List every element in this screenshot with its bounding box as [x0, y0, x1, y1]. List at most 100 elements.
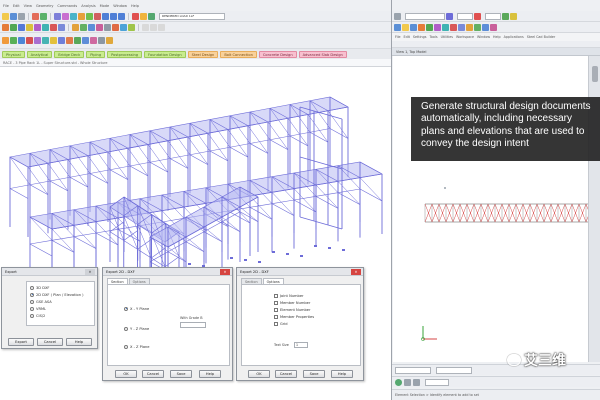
menu-window[interactable]: Window — [113, 4, 127, 8]
save-button[interactable]: Save — [303, 370, 325, 378]
tab-bolt-connection[interactable]: Bolt Connection — [220, 50, 257, 58]
checkbox-icon[interactable] — [274, 321, 278, 326]
view-side-icon[interactable] — [118, 12, 125, 20]
checkbox-icon[interactable] — [274, 293, 278, 298]
radio-icon[interactable] — [124, 344, 128, 349]
plane-xy[interactable]: X - Y Plane — [124, 305, 149, 312]
tool-k-icon[interactable] — [88, 23, 95, 31]
save-icon[interactable] — [10, 12, 17, 20]
check-member-properties[interactable]: Member Properties — [274, 313, 360, 320]
menu-edit[interactable]: Edit — [13, 4, 20, 8]
tool-a-icon[interactable] — [2, 23, 9, 31]
radio-icon[interactable] — [124, 326, 128, 331]
tool-ac-icon[interactable] — [74, 37, 81, 44]
tool-q-icon[interactable] — [142, 23, 149, 31]
checkbox-icon[interactable] — [274, 300, 278, 305]
option-3d-dxf[interactable]: 3D DXF — [30, 284, 94, 291]
zoom-icon[interactable] — [86, 12, 93, 20]
tool-z-icon[interactable] — [50, 37, 57, 44]
tool-j-icon[interactable] — [80, 23, 87, 31]
tool-i-icon[interactable] — [72, 23, 79, 31]
scrollbar-thumb[interactable] — [592, 66, 598, 82]
menu-applications[interactable]: Applications — [504, 35, 524, 39]
tool-ab-icon[interactable] — [66, 37, 73, 44]
tool-f-icon[interactable] — [42, 23, 49, 31]
tool-aa-icon[interactable] — [58, 37, 65, 44]
menu-help[interactable]: Help — [131, 4, 139, 8]
check-element-number[interactable]: Element Number — [274, 306, 360, 313]
tool-v-icon[interactable] — [18, 37, 25, 44]
tab-concrete-design[interactable]: Concrete Design — [258, 50, 297, 58]
tool-n-icon[interactable] — [112, 23, 119, 31]
angle-field[interactable] — [436, 366, 472, 374]
coordinate-field[interactable] — [395, 366, 431, 374]
checkbox-icon[interactable] — [274, 307, 278, 312]
menu-view[interactable]: View — [24, 4, 32, 8]
tab-piping[interactable]: Piping — [86, 50, 106, 58]
help-button[interactable]: Help — [66, 338, 92, 346]
grade-combo[interactable] — [180, 322, 206, 328]
radio-selected-icon[interactable] — [30, 292, 34, 297]
window-area-icon[interactable] — [482, 23, 489, 31]
tool-s-icon[interactable] — [158, 23, 165, 31]
tool-x-icon[interactable] — [34, 37, 41, 44]
select-beam-icon[interactable] — [54, 12, 61, 20]
open-icon[interactable] — [2, 12, 9, 20]
menu-window[interactable]: Window — [477, 35, 490, 39]
tool-d-icon[interactable] — [26, 23, 33, 31]
tab-analytical[interactable]: Analytical — [26, 50, 53, 58]
accudraw-icon[interactable] — [395, 378, 402, 386]
close-icon[interactable]: ✕ — [351, 269, 361, 275]
menu-commands[interactable]: Commands — [57, 4, 77, 8]
structure-icon[interactable] — [148, 12, 155, 20]
copy-icon[interactable] — [426, 23, 433, 31]
color-icon[interactable] — [446, 12, 453, 20]
tool-u-icon[interactable] — [10, 37, 17, 44]
menu-file[interactable]: File — [3, 4, 9, 8]
option-vrml[interactable]: VRML — [30, 305, 94, 312]
rotate-icon[interactable] — [78, 12, 85, 20]
style-combo[interactable] — [485, 12, 501, 20]
radio-icon[interactable] — [30, 313, 34, 318]
labels-icon[interactable] — [132, 12, 139, 20]
select-plate-icon[interactable] — [70, 12, 77, 20]
view-top-icon[interactable] — [110, 12, 117, 20]
tool-g-icon[interactable] — [50, 23, 57, 31]
load-display-icon[interactable] — [140, 12, 147, 20]
snap-icon[interactable] — [404, 378, 411, 386]
check-grid[interactable]: Grid — [274, 320, 360, 327]
check-member-number[interactable]: Member Number — [274, 299, 360, 306]
tool-c-icon[interactable] — [18, 23, 25, 31]
zoom-out-icon[interactable] — [458, 23, 465, 31]
new-icon[interactable] — [394, 23, 401, 31]
tool-y-icon[interactable] — [42, 37, 49, 44]
weight-combo[interactable] — [457, 12, 473, 20]
cancel-button[interactable]: Cancel — [142, 370, 164, 378]
menu-help[interactable]: Help — [493, 35, 501, 39]
paste-icon[interactable] — [434, 23, 441, 31]
help-button[interactable]: Help — [331, 370, 353, 378]
open-icon[interactable] — [402, 23, 409, 31]
rotate-view-icon[interactable] — [466, 23, 473, 31]
save-icon[interactable] — [410, 23, 417, 31]
select-node-icon[interactable] — [62, 12, 69, 20]
checkbox-icon[interactable] — [274, 314, 278, 319]
tool-l-icon[interactable] — [96, 23, 103, 31]
cancel-button[interactable]: Cancel — [37, 338, 63, 346]
radio-selected-icon[interactable] — [124, 306, 128, 311]
menu-analysis[interactable]: Analysis — [81, 4, 95, 8]
menu-edit[interactable]: Edit — [404, 35, 410, 39]
tool-m-icon[interactable] — [104, 23, 111, 31]
save-button[interactable]: Save — [170, 370, 192, 378]
export-button[interactable]: Export — [8, 338, 34, 346]
priority-icon[interactable] — [502, 12, 509, 20]
menu-utilities[interactable]: Utilities — [441, 35, 453, 39]
pan-icon[interactable] — [94, 12, 101, 20]
help-button[interactable]: Help — [199, 370, 221, 378]
tool-ae-icon[interactable] — [90, 37, 97, 44]
view-front-icon[interactable] — [102, 12, 109, 20]
tab-steel-design[interactable]: Steel Design — [187, 50, 219, 58]
plane-yz[interactable]: Y - Z Plane — [124, 325, 149, 332]
menu-steel-cad-builder[interactable]: Steel Cad Builder — [527, 35, 556, 39]
tool-e-icon[interactable] — [34, 23, 41, 31]
